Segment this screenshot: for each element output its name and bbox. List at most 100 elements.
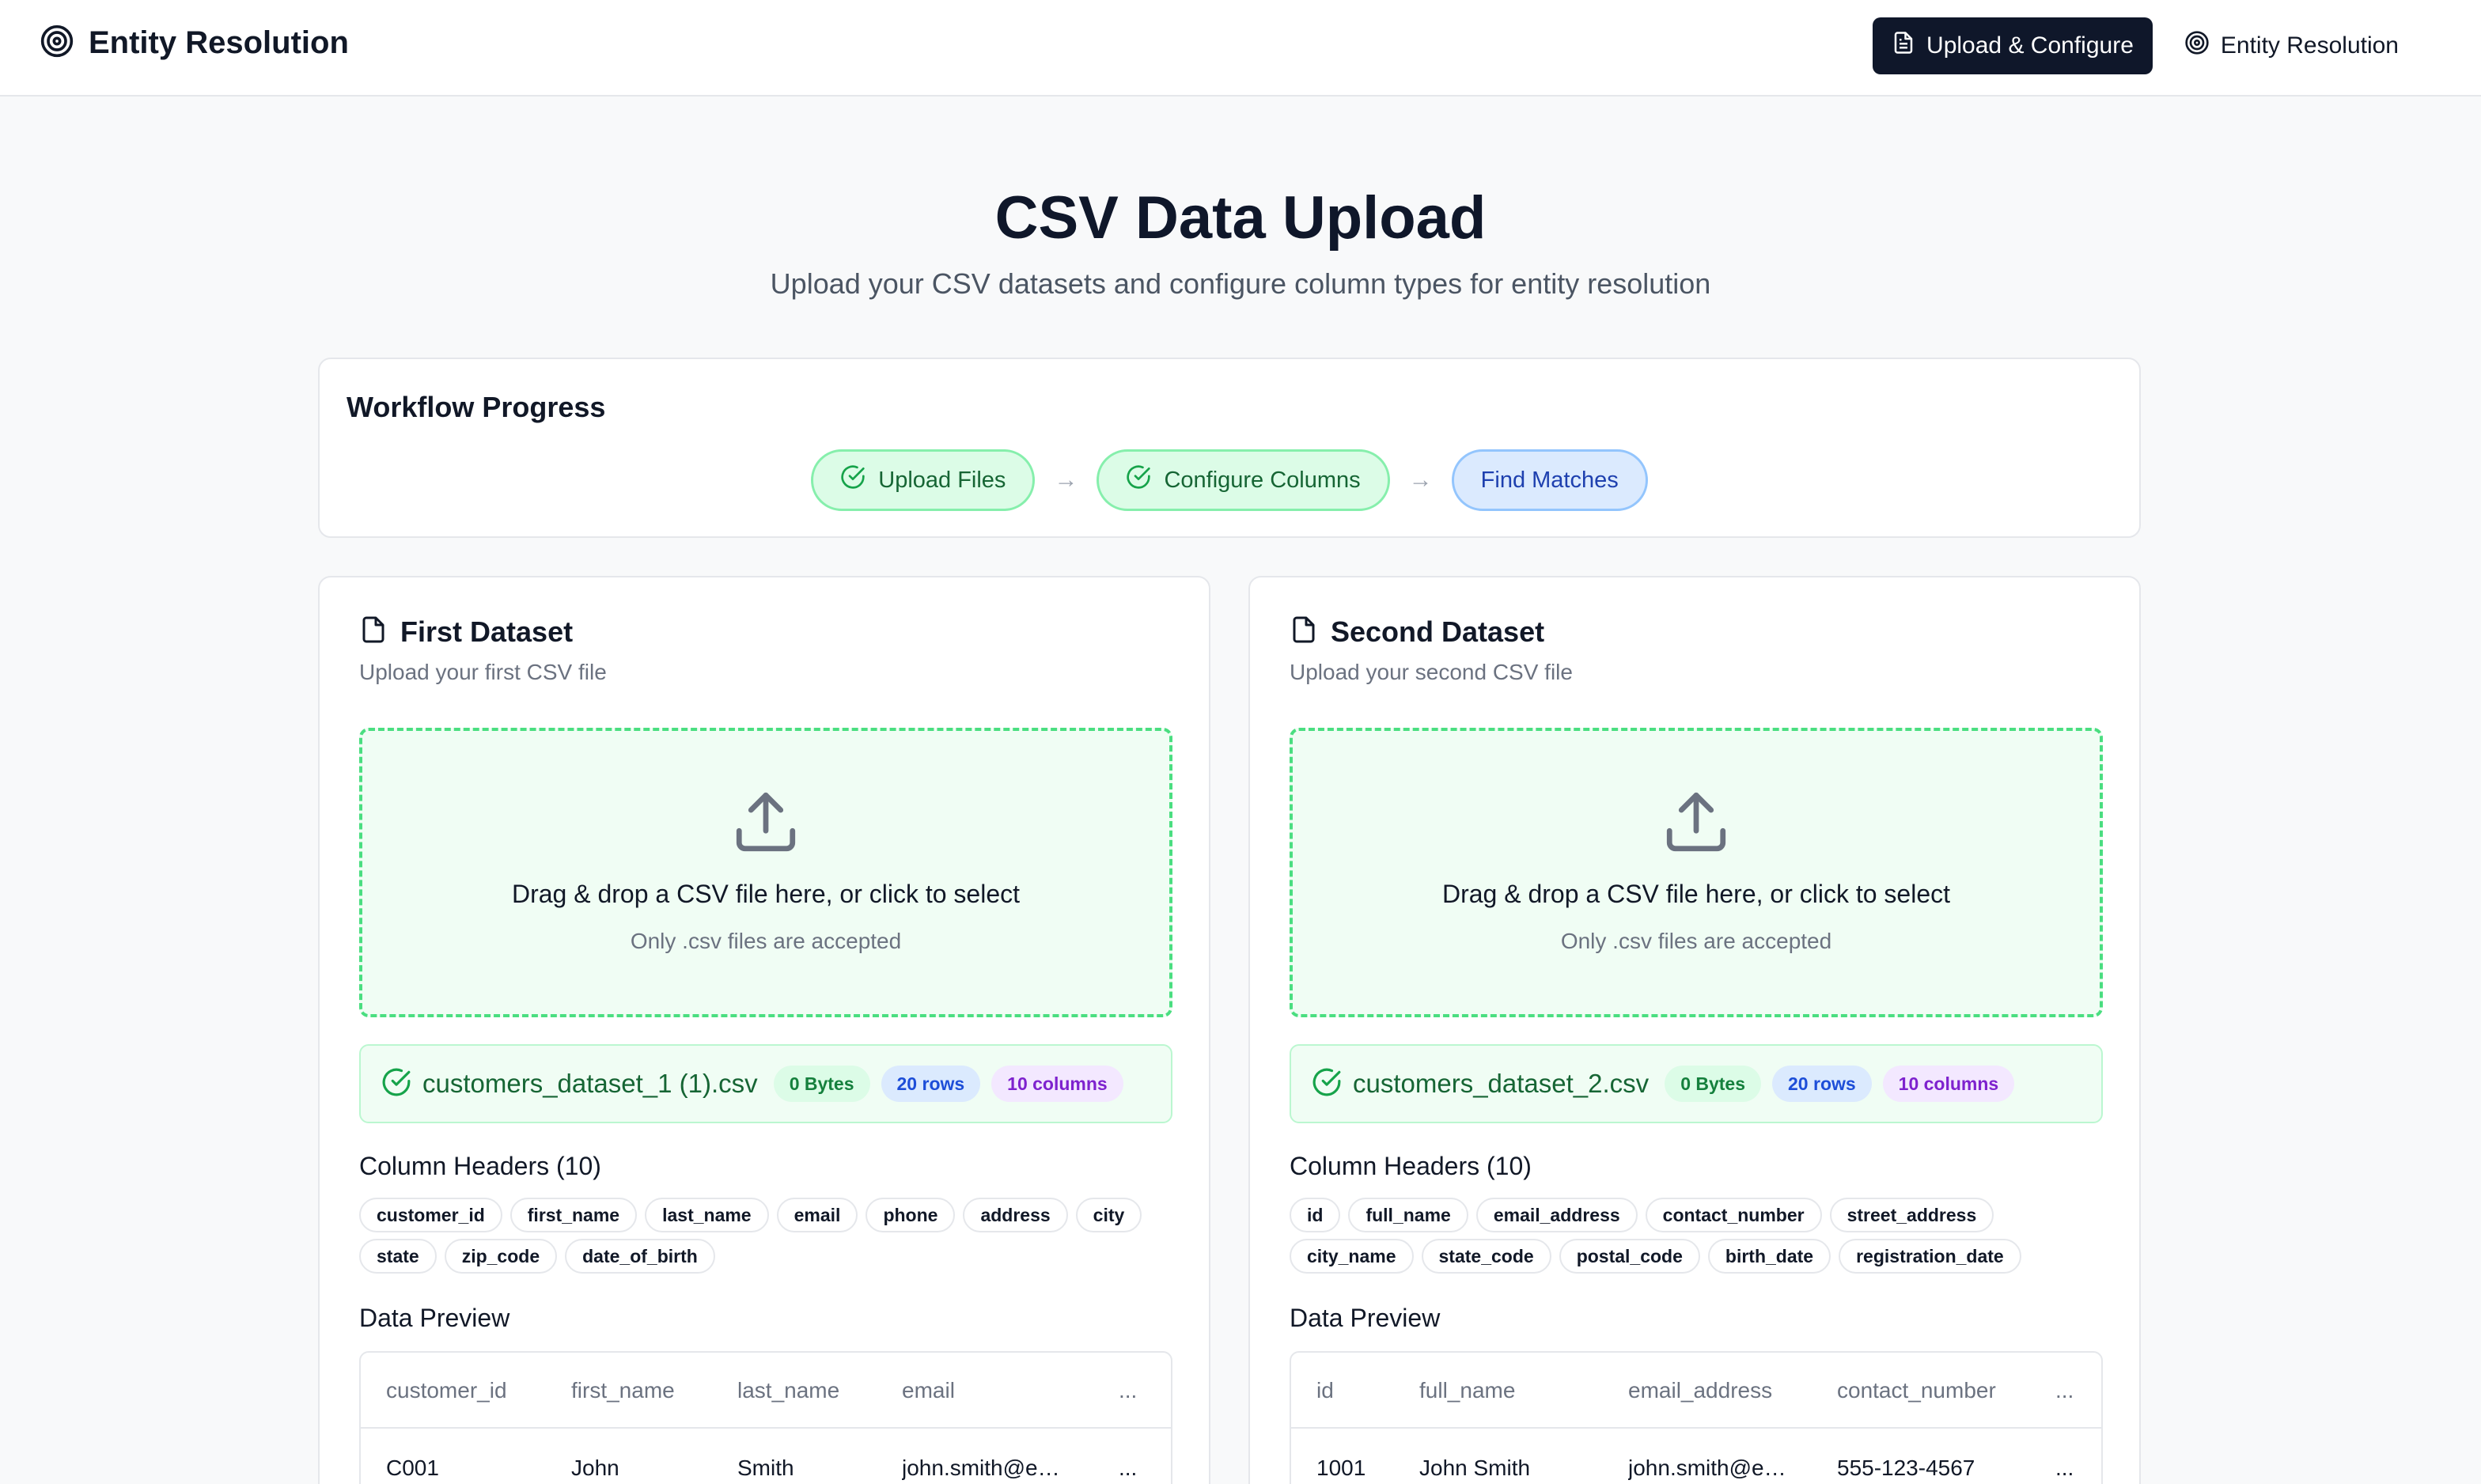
page-title: CSV Data Upload — [994, 184, 1487, 252]
column-chip: full_name — [1348, 1198, 1468, 1232]
uploaded-file-info: customers_dataset_2.csv 0 Bytes 20 rows … — [1290, 1044, 2103, 1123]
file-name: customers_dataset_2.csv — [1353, 1069, 1650, 1098]
step-label: Upload Files — [878, 467, 1006, 493]
column-count-badge: 10 columns — [991, 1066, 1123, 1102]
upload-configure-nav-button[interactable]: Upload & Configure — [1873, 17, 2153, 74]
arrow-right-icon: → — [1054, 467, 1078, 493]
upload-icon — [730, 786, 801, 861]
dataset-title: Second Dataset — [1331, 615, 1545, 648]
upload-configure-label: Upload & Configure — [1926, 32, 2134, 59]
table-header-cell: contact_number — [1837, 1378, 1996, 1403]
column-chip: last_name — [645, 1198, 769, 1232]
column-chip: state — [359, 1239, 437, 1274]
column-headers-label: Column Headers (10) — [359, 1152, 601, 1180]
file-icon — [359, 614, 388, 649]
step-configure-columns: Configure Columns — [1097, 449, 1390, 511]
step-label: Configure Columns — [1164, 467, 1361, 493]
workflow-progress-card: Workflow Progress Upload Files → Configu… — [318, 358, 2141, 538]
data-preview-table: id full_name email_address contact_numbe… — [1290, 1351, 2103, 1484]
table-header-cell: email_address — [1628, 1378, 1773, 1403]
column-chip: street_address — [1829, 1198, 1994, 1232]
data-preview-label: Data Preview — [1290, 1304, 1441, 1332]
workflow-title: Workflow Progress — [347, 391, 606, 423]
check-circle-icon — [381, 1067, 411, 1101]
data-preview-table: customer_id first_name last_name email .… — [359, 1351, 1172, 1484]
table-cell: Smith — [737, 1456, 794, 1480]
column-chip: first_name — [509, 1198, 638, 1232]
target-icon — [2184, 30, 2210, 62]
table-cell: 1001 — [1316, 1456, 1366, 1480]
table-header-cell: full_name — [1419, 1378, 1516, 1403]
column-chip: registration_date — [1839, 1239, 2021, 1274]
table-header-row: customer_id first_name last_name email .… — [361, 1353, 1171, 1429]
entity-resolution-nav-button[interactable]: Entity Resolution — [2165, 17, 2418, 74]
table-cell: John Smith — [1419, 1456, 1531, 1480]
column-chip: email_address — [1475, 1198, 1638, 1232]
table-row: 1001 John Smith john.smith@example.com 5… — [1291, 1430, 2101, 1484]
check-circle-icon — [1126, 464, 1151, 496]
dropzone-hint: Only .csv files are accepted — [630, 929, 902, 953]
column-count-badge: 10 columns — [1882, 1066, 2015, 1102]
table-header-cell: customer_id — [386, 1378, 507, 1403]
column-headers-list: customer_id first_name last_name email p… — [359, 1198, 1182, 1274]
column-chip: zip_code — [444, 1239, 558, 1274]
file-size-badge: 0 Bytes — [1665, 1066, 1762, 1102]
brand[interactable]: Entity Resolution — [40, 24, 349, 62]
brand-title: Entity Resolution — [89, 25, 349, 60]
arrow-right-icon: → — [1408, 467, 1433, 493]
table-cell: 555-123-4567 — [1837, 1456, 1975, 1480]
dataset-description: Upload your second CSV file — [1290, 660, 1573, 684]
file-text-icon — [1892, 31, 1915, 61]
csv-dropzone[interactable]: Drag & drop a CSV file here, or click to… — [1290, 728, 2103, 1017]
entity-resolution-label: Entity Resolution — [2220, 32, 2399, 59]
column-chip: email — [776, 1198, 858, 1232]
data-preview-label: Data Preview — [359, 1304, 510, 1332]
column-headers-list: id full_name email_address contact_numbe… — [1290, 1198, 2112, 1274]
row-count-badge: 20 rows — [1772, 1066, 1872, 1102]
second-dataset-card: Second Dataset Upload your second CSV fi… — [1248, 576, 2141, 1484]
column-chip: contact_number — [1645, 1198, 1822, 1232]
check-circle-icon — [1312, 1067, 1342, 1101]
dropzone-hint: Only .csv files are accepted — [1560, 929, 1832, 953]
column-chip: state_code — [1421, 1239, 1551, 1274]
step-find-matches: Find Matches — [1451, 449, 1648, 511]
dropzone-instruction: Drag & drop a CSV file here, or click to… — [1441, 880, 1951, 908]
table-cell: john.smith@example.com — [1628, 1456, 1794, 1480]
table-cell: C001 — [386, 1456, 439, 1480]
top-navbar: Entity Resolution Upload & Configure Ent… — [0, 0, 2481, 97]
file-name: customers_dataset_1 (1).csv — [422, 1069, 758, 1098]
step-upload-files: Upload Files — [811, 449, 1036, 511]
page-subtitle: Upload your CSV datasets and configure c… — [770, 267, 1711, 300]
dataset-title: First Dataset — [400, 615, 574, 648]
workflow-steps: Upload Files → Configure Columns → Find … — [320, 449, 2139, 511]
step-label: Find Matches — [1480, 467, 1619, 493]
table-header-cell: id — [1316, 1378, 1334, 1403]
dataset-description: Upload your first CSV file — [359, 660, 607, 684]
upload-icon — [1661, 786, 1732, 861]
column-chip: postal_code — [1559, 1239, 1700, 1274]
table-header-cell: email — [902, 1378, 955, 1403]
column-chip: date_of_birth — [565, 1239, 715, 1274]
table-header-cell: last_name — [737, 1378, 840, 1403]
row-count-badge: 20 rows — [881, 1066, 981, 1102]
column-chip: customer_id — [359, 1198, 502, 1232]
table-cell: ... — [2055, 1456, 2074, 1480]
column-chip: city — [1075, 1198, 1142, 1232]
column-chip: birth_date — [1707, 1239, 1831, 1274]
dropzone-instruction: Drag & drop a CSV file here, or click to… — [511, 880, 1021, 908]
column-chip: id — [1290, 1198, 1341, 1232]
first-dataset-card: First Dataset Upload your first CSV file… — [318, 576, 1210, 1484]
column-chip: city_name — [1290, 1239, 1414, 1274]
table-row: C001 John Smith john.smith@example.com .… — [361, 1430, 1171, 1484]
uploaded-file-info: customers_dataset_1 (1).csv 0 Bytes 20 r… — [359, 1044, 1172, 1123]
table-header-cell: ... — [2055, 1378, 2074, 1403]
check-circle-icon — [840, 464, 866, 496]
table-cell: John — [571, 1456, 619, 1480]
csv-dropzone[interactable]: Drag & drop a CSV file here, or click to… — [359, 728, 1172, 1017]
file-icon — [1290, 614, 1318, 649]
column-headers-label: Column Headers (10) — [1290, 1152, 1532, 1180]
table-header-cell: ... — [1119, 1378, 1138, 1403]
column-chip: phone — [866, 1198, 956, 1232]
column-chip: address — [963, 1198, 1068, 1232]
table-header-row: id full_name email_address contact_numbe… — [1291, 1353, 2101, 1429]
